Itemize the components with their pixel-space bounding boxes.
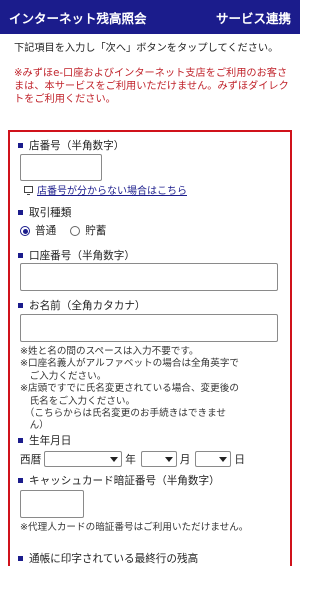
chevron-down-icon — [164, 456, 173, 462]
bullet-icon — [18, 302, 23, 308]
page-title: インターネット残高照会 — [9, 10, 147, 26]
pin-label: キャッシュカード暗証番号（半角数字） — [18, 473, 220, 488]
radio-chochiku[interactable] — [70, 225, 81, 236]
branch-label: 店番号（半角数字） — [18, 138, 124, 153]
radio-futsu-label[interactable]: 普通 — [35, 223, 56, 238]
chevron-down-icon — [219, 456, 228, 462]
screenshot-cutoff — [0, 566, 300, 608]
dob-era-label: 西暦 — [20, 453, 42, 466]
dob-label: 生年月日 — [18, 433, 71, 448]
dob-day-select[interactable] — [195, 451, 232, 467]
balance-label: 通帳に印字されている最終行の残高 — [18, 551, 198, 566]
page-subtitle: サービス連携 — [215, 10, 291, 26]
input-form: 店番号（半角数字） 店番号が分からない場合はこちら 取引種類 普通 貯蓄 口座番… — [8, 130, 292, 608]
dob-year-unit: 年 — [125, 453, 136, 466]
chevron-down-icon — [110, 456, 119, 462]
bullet-icon — [18, 477, 23, 483]
account-number-input[interactable] — [20, 263, 278, 291]
name-kana-input[interactable] — [20, 314, 278, 342]
name-label: お名前（全角カタカナ） — [18, 298, 146, 313]
radio-chochiku-label[interactable]: 貯蓄 — [85, 223, 106, 238]
branch-number-input[interactable] — [20, 154, 102, 181]
account-number-label: 口座番号（半角数字） — [18, 248, 135, 263]
bullet-icon — [18, 209, 23, 215]
pin-note: ※代理人カードの暗証番号はご利用いただけません。 — [20, 522, 249, 533]
monitor-icon — [24, 186, 33, 195]
pin-input[interactable] — [20, 490, 84, 518]
radio-futsu[interactable] — [20, 225, 30, 236]
dob-day-unit: 日 — [234, 453, 245, 466]
transaction-type-radio-group: 普通 貯蓄 — [20, 223, 106, 238]
bullet-icon — [18, 437, 23, 443]
bullet-icon — [18, 252, 23, 258]
name-notes: ※姓と名の間のスペースは入力不要です。 ※口座名義人がアルファベットの場合は全角… — [20, 346, 240, 432]
dob-year-select[interactable] — [44, 451, 123, 467]
dob-month-unit: 月 — [179, 453, 191, 466]
bullet-icon — [18, 142, 23, 148]
app-header: インターネット残高照会 サービス連携 — [0, 0, 300, 34]
dob-row: 西暦 年 月 日 — [20, 451, 245, 467]
bullet-icon — [18, 555, 23, 561]
branch-help-link[interactable]: 店番号が分からない場合はこちら — [24, 182, 187, 197]
dob-month-select[interactable] — [140, 451, 177, 467]
transaction-type-label: 取引種類 — [18, 205, 71, 220]
intro-text: 下記項目を入力し「次へ」ボタンをタップしてください。 — [14, 43, 279, 54]
notice-text: ※みずほe-口座およびインターネット支店をご利用のお客さまは、本サービスをご利用… — [14, 68, 289, 105]
